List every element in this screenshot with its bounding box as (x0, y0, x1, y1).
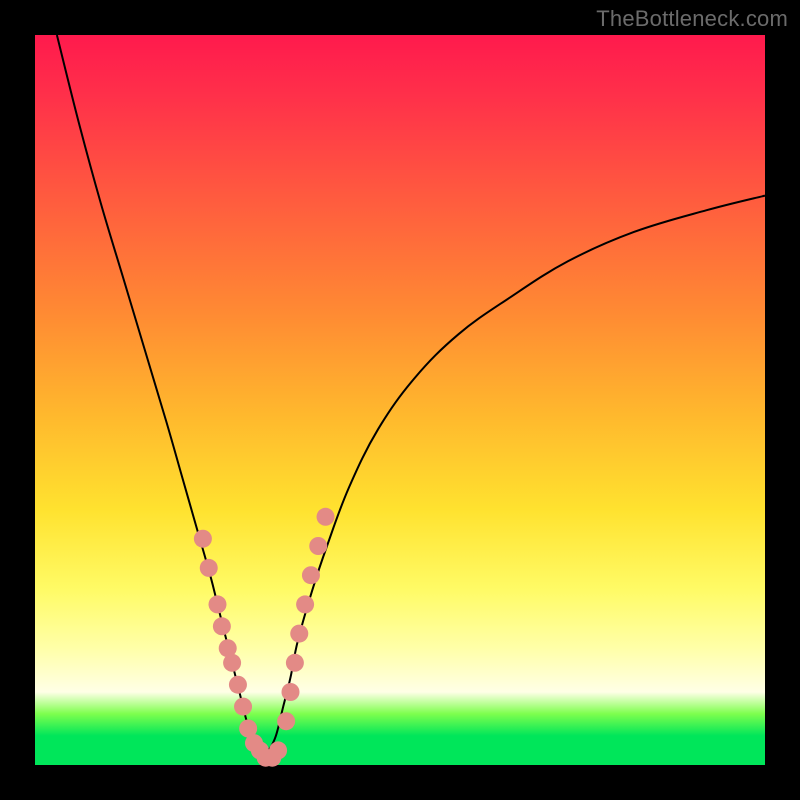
highlight-dot (229, 676, 247, 694)
highlight-dot (309, 537, 327, 555)
watermark-text: TheBottleneck.com (596, 6, 788, 32)
highlight-dot (302, 566, 320, 584)
highlight-dot (200, 559, 218, 577)
highlight-dot (269, 741, 287, 759)
highlight-dot (209, 595, 227, 613)
plot-area (35, 35, 765, 765)
highlight-dot (286, 654, 304, 672)
highlight-dot (282, 683, 300, 701)
highlight-dot (317, 508, 335, 526)
highlight-dot (277, 712, 295, 730)
highlight-dot (223, 654, 241, 672)
highlight-dot (213, 617, 231, 635)
highlight-dot (234, 698, 252, 716)
outer-frame: TheBottleneck.com (0, 0, 800, 800)
highlight-dot (290, 625, 308, 643)
highlight-dot (194, 530, 212, 548)
highlight-dot (296, 595, 314, 613)
highlight-dots (194, 508, 335, 767)
chart-svg (35, 35, 765, 765)
bottleneck-curve (57, 35, 765, 758)
